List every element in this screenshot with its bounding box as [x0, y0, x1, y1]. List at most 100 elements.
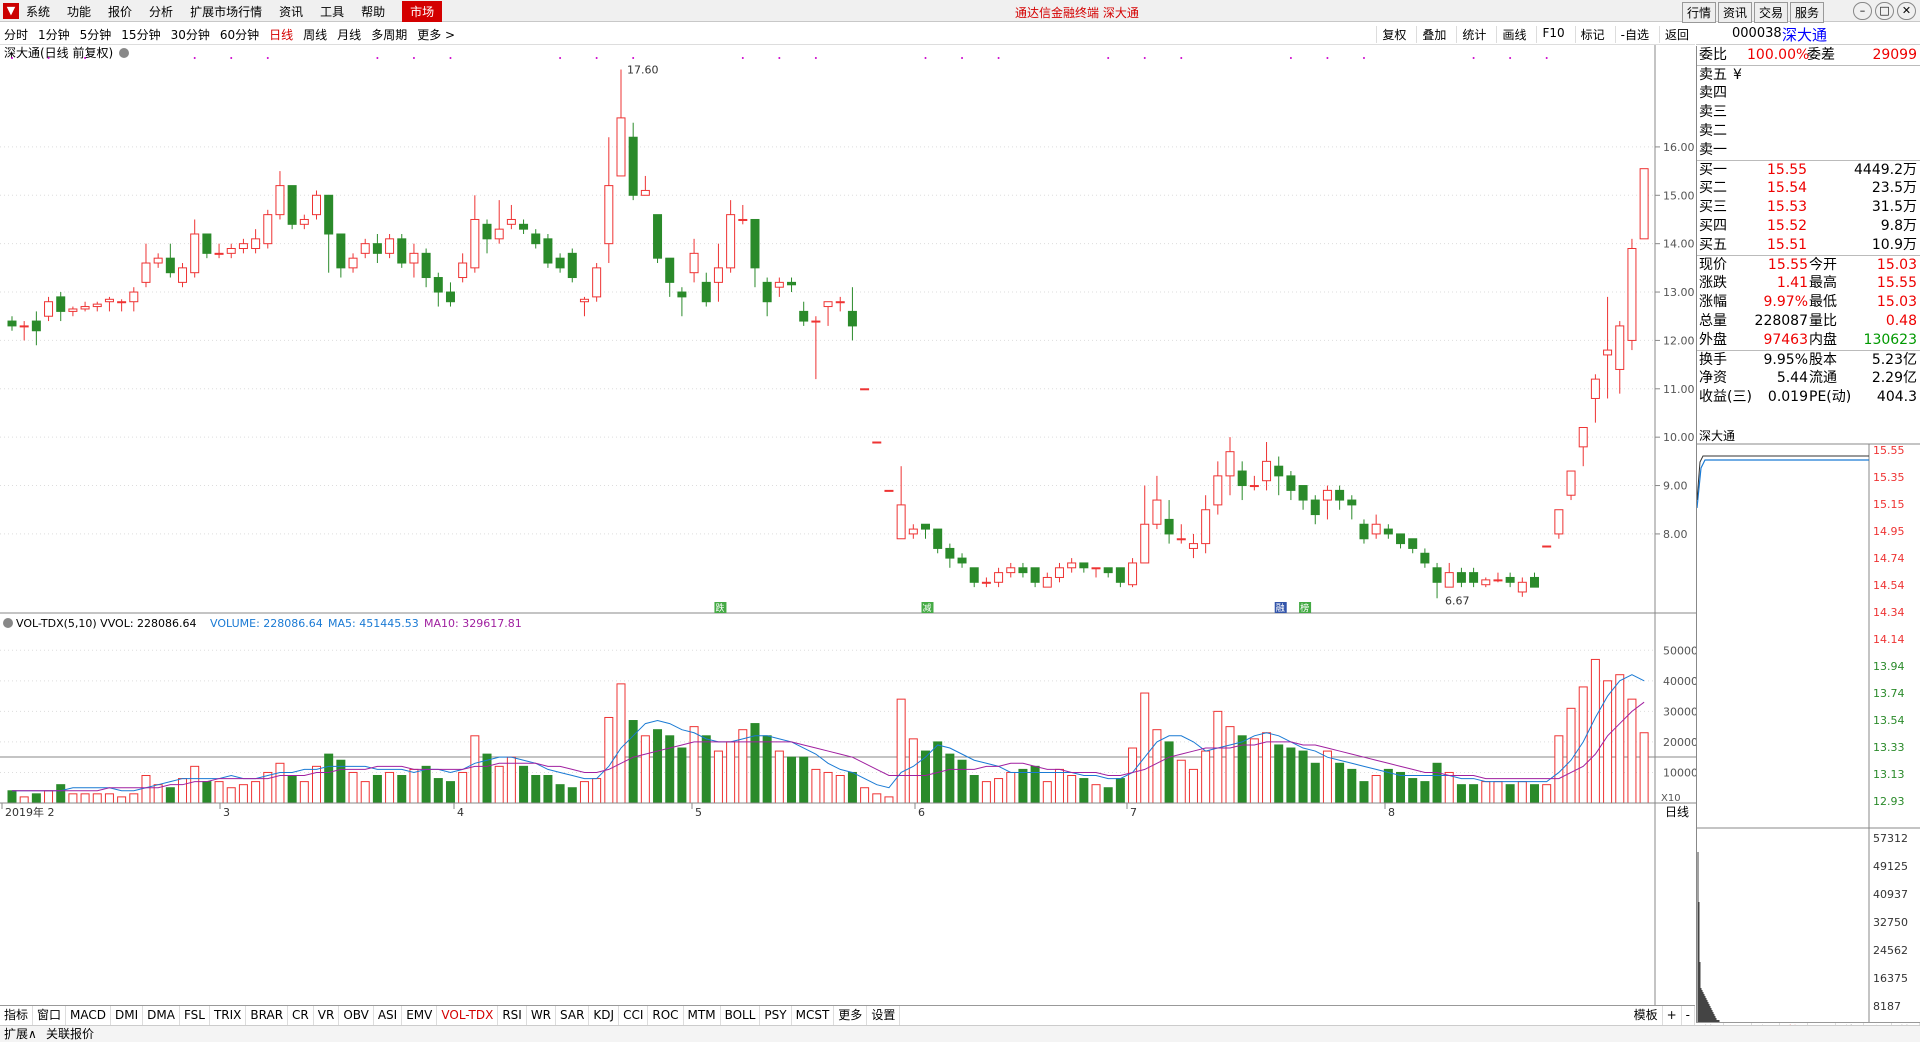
vol-bar — [165, 787, 175, 804]
buy-label-0: 买一 — [1699, 162, 1727, 178]
indicator-tab-15[interactable]: WR — [527, 1006, 557, 1025]
tool-button-1[interactable]: 叠加 — [1416, 26, 1446, 43]
candle — [969, 567, 979, 588]
vol-bar — [251, 781, 261, 804]
indicator-tab-3[interactable]: DMI — [111, 1006, 144, 1025]
candle — [1164, 500, 1174, 544]
indicator-right-btn-2[interactable]: - — [1682, 1006, 1695, 1025]
status-related[interactable]: 关联报价 — [46, 1026, 94, 1042]
period-tab-5[interactable]: 60分钟 — [220, 26, 259, 43]
candle — [665, 257, 675, 297]
indicator-tab-18[interactable]: CCI — [619, 1006, 649, 1025]
indicator-tab-23[interactable]: MCST — [792, 1006, 835, 1025]
vol-bar — [555, 784, 565, 804]
vol-bar — [1274, 744, 1284, 804]
event-marker-3[interactable]: 榜 — [1300, 602, 1309, 614]
indicator-tab-16[interactable]: SAR — [556, 1006, 590, 1025]
indicator-tab-2[interactable]: MACD — [66, 1006, 112, 1025]
vol-bar — [117, 796, 127, 804]
menu-item-quote[interactable]: 报价 — [108, 3, 132, 20]
minimize-icon[interactable]: – — [1853, 2, 1872, 20]
vol-bar — [1396, 771, 1406, 804]
vol-tick-2: 30000 — [1663, 705, 1696, 718]
stock-code-box[interactable]: 000038 深大通 — [1696, 23, 1920, 45]
tool-button-6[interactable]: -自选 — [1614, 26, 1649, 43]
period-tab-4[interactable]: 30分钟 — [171, 26, 210, 43]
candle — [835, 296, 845, 312]
tool-button-0[interactable]: 复权 — [1376, 26, 1406, 43]
indicator-tab-14[interactable]: RSI — [498, 1006, 527, 1025]
period-tab-0[interactable]: 分时 — [4, 26, 28, 43]
period-tab-3[interactable]: 15分钟 — [121, 26, 160, 43]
indicator-tab-13[interactable]: VOL-TDX — [437, 1006, 499, 1025]
tool-button-3[interactable]: 画线 — [1496, 26, 1526, 43]
indicator-tab-10[interactable]: OBV — [339, 1006, 374, 1025]
vol-bar — [68, 793, 78, 804]
period-tab-10[interactable]: 更多 > — [417, 26, 455, 43]
indicator-tab-25[interactable]: 设置 — [867, 1006, 901, 1025]
candle — [689, 238, 699, 283]
mini-price-tick-8: 13.94 — [1873, 660, 1905, 673]
indicator-tab-0[interactable]: 指标 — [0, 1006, 34, 1025]
menu-item-function[interactable]: 功能 — [67, 3, 91, 20]
indicator-right-btn-1[interactable]: + — [1663, 1006, 1682, 1025]
stat2-value-b-2: 404.3 — [1876, 389, 1917, 405]
quote-row: 买四 15.52 9.8万 — [1697, 217, 1920, 236]
candle — [1067, 558, 1077, 573]
menu-item-tools[interactable]: 工具 — [320, 3, 344, 20]
indicator-tab-4[interactable]: DMA — [143, 1006, 180, 1025]
kline-chart[interactable]: 16.00 15.00 14.00 13.00 12.00 11.00 10.00 9.00 8… — [0, 45, 1696, 1005]
indicator-tab-21[interactable]: BOLL — [721, 1006, 761, 1025]
indicator-tab-5[interactable]: FSL — [180, 1006, 210, 1025]
event-marker-0[interactable]: 跌 — [715, 603, 724, 614]
period-tab-8[interactable]: 月线 — [337, 26, 361, 43]
buy-price-4: 15.51 — [1767, 237, 1808, 253]
period-tab-7[interactable]: 周线 — [303, 26, 327, 43]
top-btn-service[interactable]: 服务 — [1789, 2, 1824, 23]
indicator-tab-8[interactable]: CR — [288, 1006, 314, 1025]
market-button[interactable]: 市场 — [402, 0, 443, 22]
indicator-tab-11[interactable]: ASI — [374, 1006, 403, 1025]
tool-button-7[interactable]: 返回 — [1658, 26, 1689, 43]
indicator-tab-20[interactable]: MTM — [684, 1006, 721, 1025]
menu-item-help[interactable]: 帮助 — [361, 3, 385, 20]
tool-button-5[interactable]: 标记 — [1574, 26, 1605, 43]
period-tab-6[interactable]: 日线 — [269, 26, 293, 43]
event-dot — [1107, 57, 1110, 59]
menu-item-info[interactable]: 资讯 — [279, 3, 303, 20]
tool-button-2[interactable]: 统计 — [1456, 26, 1486, 43]
chart-settings-icon[interactable] — [119, 48, 129, 58]
top-btn-trade[interactable]: 交易 — [1753, 2, 1788, 23]
period-tab-1[interactable]: 1分钟 — [38, 26, 70, 43]
close-icon[interactable]: ✕ — [1897, 2, 1916, 20]
tool-button-4[interactable]: F10 — [1536, 26, 1565, 43]
event-marker-2[interactable]: 融 — [1276, 603, 1285, 614]
event-marker-1[interactable]: 减 — [923, 602, 932, 614]
indicator-right-btn-0[interactable]: 模板 — [1630, 1006, 1663, 1025]
menu-item-ext-market[interactable]: 扩展市场行情 — [190, 3, 262, 20]
indicator-tab-17[interactable]: KDJ — [589, 1006, 620, 1025]
candle — [1396, 533, 1406, 549]
indicator-tab-22[interactable]: PSY — [760, 1006, 792, 1025]
indicator-tab-6[interactable]: TRIX — [210, 1006, 247, 1025]
status-expand[interactable]: 扩展∧ — [4, 1026, 37, 1042]
period-tab-2[interactable]: 5分钟 — [80, 26, 112, 43]
period-tab-9[interactable]: 多周期 — [371, 26, 407, 43]
stat-label-a-3: 总量 — [1699, 313, 1727, 329]
menu-item-analysis[interactable]: 分析 — [149, 3, 173, 20]
candle — [1505, 572, 1515, 588]
indicator-tab-9[interactable]: VR — [314, 1006, 340, 1025]
indicator-tab-19[interactable]: ROC — [648, 1006, 684, 1025]
indicator-tab-24[interactable]: 更多 — [834, 1006, 868, 1025]
vol-settings-icon[interactable] — [3, 618, 13, 628]
indicator-tab-12[interactable]: EMV — [402, 1006, 438, 1025]
maximize-icon[interactable]: □ — [1875, 2, 1894, 20]
top-btn-info[interactable]: 资讯 — [1717, 2, 1752, 23]
quote-row: 卖四 — [1697, 84, 1920, 103]
candle — [1347, 495, 1357, 520]
top-btn-quote[interactable]: 行情 — [1681, 2, 1716, 23]
indicator-tab-1[interactable]: 窗口 — [33, 1006, 67, 1025]
mini-intraday-chart[interactable]: 深大通 15.55 15.35 15.15 14.95 14.74 14.54 14.34 14… — [1696, 428, 1920, 1024]
menu-item-system[interactable]: 系统 — [26, 3, 50, 20]
indicator-tab-7[interactable]: BRAR — [246, 1006, 289, 1025]
